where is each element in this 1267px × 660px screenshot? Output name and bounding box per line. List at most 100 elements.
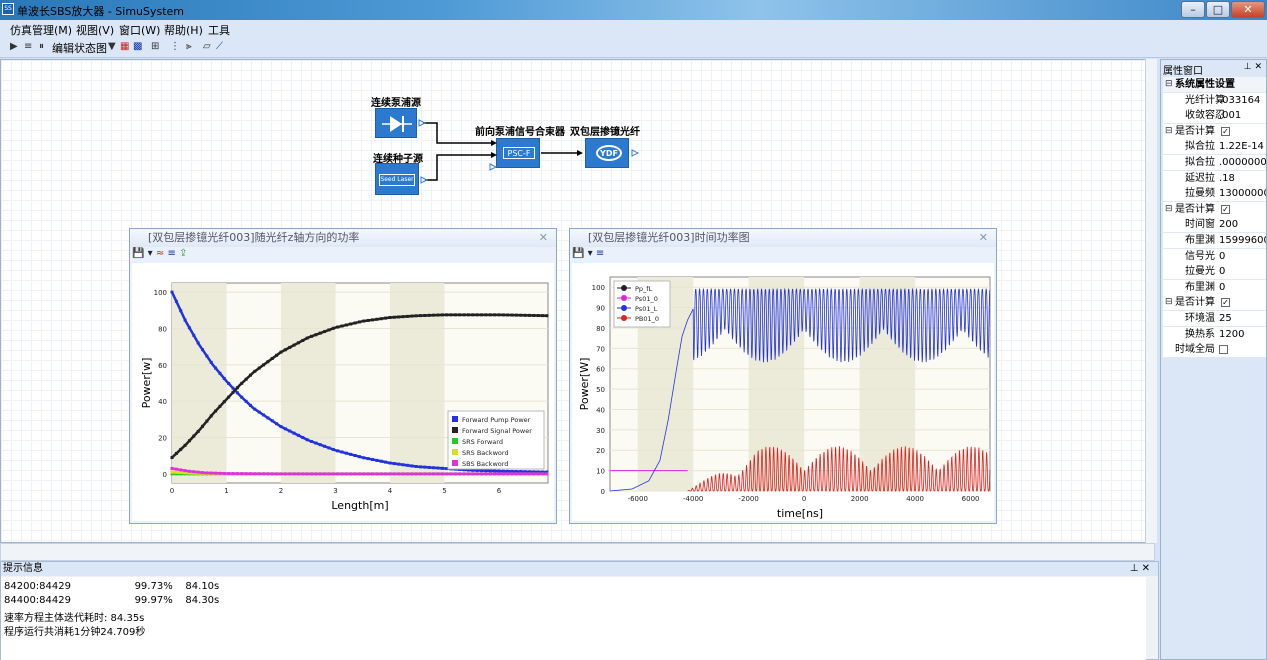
time-power-chart-window[interactable]: [双包层掺镱光纤003]时间功率图 ✕ 💾 ▾ ≡ 0 10 20 30 40 50 60 70… bbox=[569, 228, 997, 524]
property-row[interactable]: 光纤计算 .033164 bbox=[1163, 92, 1266, 109]
shape-icon[interactable]: ▱ bbox=[203, 41, 211, 52]
property-value[interactable]: 15999600 bbox=[1219, 233, 1266, 248]
property-value[interactable]: 200 bbox=[1219, 217, 1238, 232]
property-checkbox[interactable]: ✓ bbox=[1221, 204, 1230, 214]
align-icon[interactable]: ⊞ bbox=[151, 41, 159, 52]
minimize-icon[interactable]: – bbox=[1181, 1, 1205, 18]
property-value[interactable]: .00000000 bbox=[1219, 155, 1266, 170]
length-power-chart-window[interactable]: [双包层掺镱光纤003]随光纤z轴方向的功率 ✕ 💾 ▾ ≈ ≡ ⇪ 0 20 40 6… bbox=[129, 228, 557, 524]
menu-help[interactable]: 帮助(H) bbox=[164, 22, 203, 38]
property-value[interactable]: 25 bbox=[1219, 311, 1232, 326]
series-point bbox=[440, 313, 444, 317]
property-row[interactable]: ⊟ 是否计算 ✓ bbox=[1163, 123, 1266, 140]
menu-simulation[interactable]: 仿真管理(M) bbox=[10, 22, 72, 38]
collapse-icon[interactable]: ⊟ bbox=[1165, 295, 1173, 310]
property-value[interactable]: 0 bbox=[1219, 280, 1225, 295]
pin-icon[interactable]: ⊥ ✕ bbox=[1130, 562, 1150, 576]
property-checkbox[interactable]: ✓ bbox=[1221, 298, 1230, 308]
line-tool-icon[interactable]: ⟋ bbox=[216, 41, 223, 52]
stop-icon[interactable]: ≡ bbox=[24, 41, 32, 52]
canvas-horizontal-scrollbar[interactable] bbox=[0, 543, 1155, 561]
length-power-chart[interactable]: 0 20 40 60 80 100 0 1 2 3 4 5 6 Length[m] Power[w] Forw… bbox=[132, 263, 554, 521]
property-row[interactable]: ⊟ 系统属性设置 bbox=[1163, 77, 1266, 93]
property-row[interactable]: 环境温 25 bbox=[1163, 311, 1266, 327]
time-power-chart[interactable]: 0 10 20 30 40 50 60 70 80 90 100 -6000 -4000 -2000 0 20… bbox=[572, 263, 994, 521]
close-icon[interactable]: ✕ bbox=[1231, 1, 1265, 18]
close-icon[interactable]: ✕ bbox=[539, 229, 548, 247]
property-row[interactable]: 布里渊 0 bbox=[1163, 279, 1266, 296]
property-row[interactable]: 布里渊 15999600 bbox=[1163, 233, 1266, 249]
property-value[interactable]: 0 bbox=[1219, 264, 1225, 279]
state-select[interactable]: 编辑状态图 bbox=[52, 40, 107, 56]
canvas-vertical-scrollbar[interactable] bbox=[1145, 59, 1157, 543]
collapse-icon[interactable]: ⊟ bbox=[1165, 124, 1173, 139]
title-bar: SS 单波长SBS放大器 - SimuSystem – □ ✕ bbox=[0, 0, 1267, 20]
legend-marker bbox=[621, 305, 627, 311]
menu-tools[interactable]: 工具 bbox=[208, 22, 230, 38]
collapse-icon[interactable]: ⊟ bbox=[1165, 202, 1173, 217]
dropdown-arrow-icon[interactable]: ▾ bbox=[588, 248, 593, 259]
property-value[interactable]: 1.22E-14 bbox=[1219, 139, 1264, 154]
pump-source-block[interactable] bbox=[375, 108, 417, 138]
dropdown-arrow-icon[interactable]: ▼ bbox=[108, 41, 116, 52]
property-row[interactable]: 收敛容忍 .001 bbox=[1163, 108, 1266, 125]
property-value[interactable]: .001 bbox=[1219, 108, 1241, 123]
property-value[interactable]: 0 bbox=[1219, 249, 1225, 264]
series-point bbox=[353, 454, 357, 458]
layout-icon[interactable]: ▩ bbox=[133, 41, 142, 52]
legend-marker bbox=[621, 295, 627, 301]
series-point bbox=[288, 472, 292, 476]
save-icon[interactable]: 💾 bbox=[132, 248, 144, 259]
curve-icon[interactable]: ≈ bbox=[156, 248, 164, 259]
series-point bbox=[248, 373, 252, 377]
series-point bbox=[257, 472, 261, 476]
legend-icon[interactable]: ≡ bbox=[167, 248, 175, 259]
series-point bbox=[449, 472, 453, 476]
dropdown-arrow-icon[interactable]: ▾ bbox=[148, 248, 153, 259]
fiber-block[interactable]: YDF bbox=[585, 138, 629, 168]
grid-icon[interactable]: ▦ bbox=[120, 41, 129, 52]
flow-icon[interactable]: ⫸ bbox=[186, 41, 192, 52]
property-row[interactable]: 信号光 0 bbox=[1163, 248, 1266, 265]
property-value[interactable]: .033164 bbox=[1219, 93, 1260, 108]
menu-view[interactable]: 视图(V) bbox=[76, 22, 114, 38]
run-icon[interactable]: ▶ bbox=[10, 41, 18, 52]
x-tick-label: 0 bbox=[170, 487, 174, 495]
property-row[interactable]: 时间窗 200 bbox=[1163, 217, 1266, 234]
pause-icon[interactable]: ⏸ bbox=[39, 41, 44, 52]
pin-icon[interactable]: ⊥ ✕ bbox=[1244, 62, 1262, 72]
series-point bbox=[480, 469, 484, 473]
series-point bbox=[458, 472, 462, 476]
property-value[interactable]: 1200 bbox=[1219, 327, 1244, 342]
series-point bbox=[244, 399, 248, 403]
property-value[interactable]: 13000000 bbox=[1219, 186, 1266, 201]
combiner-block[interactable]: PSC-F bbox=[496, 138, 540, 168]
seed-source-block[interactable]: Seed Laser bbox=[375, 163, 419, 195]
series-point bbox=[192, 470, 196, 474]
property-checkbox[interactable]: ✓ bbox=[1221, 126, 1230, 136]
export-icon[interactable]: ⇪ bbox=[179, 248, 187, 259]
legend-icon[interactable]: ≡ bbox=[596, 248, 604, 259]
property-row[interactable]: 拟合拉 .00000000 bbox=[1163, 155, 1266, 171]
collapse-icon[interactable]: ⊟ bbox=[1165, 77, 1173, 92]
property-row[interactable]: 换热系 1200 bbox=[1163, 326, 1266, 343]
property-key: 布里渊 bbox=[1185, 281, 1215, 293]
property-checkbox[interactable] bbox=[1219, 345, 1228, 355]
series-point bbox=[205, 471, 209, 475]
property-value[interactable]: .18 bbox=[1219, 171, 1235, 186]
property-row[interactable]: 延迟拉 .18 bbox=[1163, 170, 1266, 187]
maximize-icon[interactable]: □ bbox=[1206, 1, 1230, 18]
property-row[interactable]: ⊟ 是否计算 ✓ bbox=[1163, 201, 1266, 218]
property-row[interactable]: 拉曼光 0 bbox=[1163, 264, 1266, 281]
distribute-icon[interactable]: ⋮ bbox=[170, 41, 180, 52]
property-row[interactable]: ⊟ 是否计算 ✓ bbox=[1163, 295, 1266, 312]
design-canvas[interactable]: 连续泵浦源 连续种子源 Seed Laser 前向泵浦信号合束器 PSC-F 双… bbox=[0, 59, 1155, 543]
series-point bbox=[331, 447, 335, 451]
y-tick-label: 0 bbox=[601, 488, 605, 496]
property-row[interactable]: 拟合拉 1.22E-14 bbox=[1163, 139, 1266, 156]
save-icon[interactable]: 💾 bbox=[572, 248, 584, 259]
property-row[interactable]: 时域全局 bbox=[1163, 342, 1266, 359]
menu-window[interactable]: 窗口(W) bbox=[119, 22, 160, 38]
property-row[interactable]: 拉曼频 13000000 bbox=[1163, 186, 1266, 203]
close-icon[interactable]: ✕ bbox=[979, 229, 988, 247]
